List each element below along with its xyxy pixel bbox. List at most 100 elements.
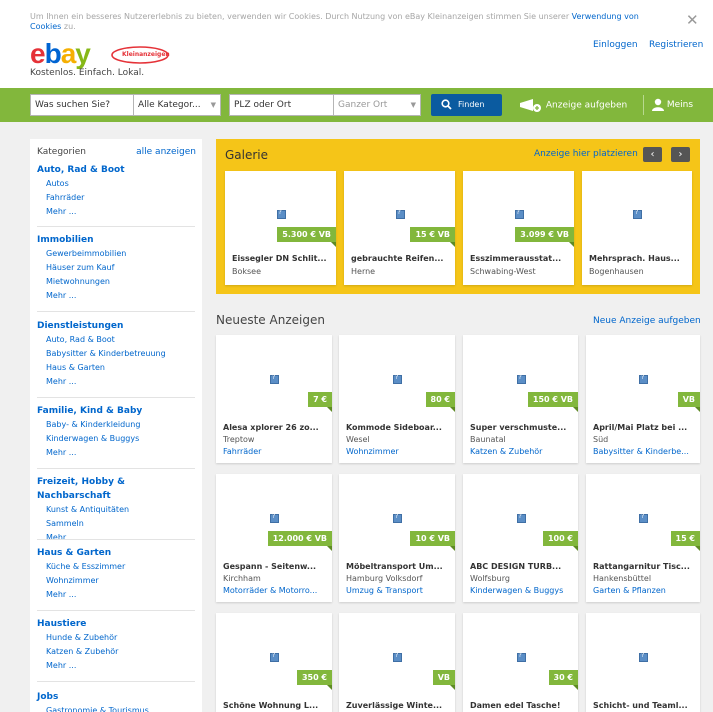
card-title: Möbeltransport Um... xyxy=(346,562,443,571)
category-item[interactable]: Katzen & Zubehör xyxy=(37,645,195,659)
post-ad-button[interactable]: Anzeige aufgeben xyxy=(519,98,627,112)
radius-value: Ganzer Ort xyxy=(338,100,388,110)
slogan: Kostenlos. Einfach. Lokal. xyxy=(30,68,145,78)
post-ad-label: Anzeige aufgeben xyxy=(545,100,628,111)
price-badge: VB xyxy=(432,670,455,690)
latest-ads-title: Neueste Anzeigen xyxy=(216,313,325,327)
category-item[interactable]: Wohnzimmer xyxy=(37,574,195,588)
category-sidebar: Kategorien alle anzeigen Auto, Rad & Boo… xyxy=(30,139,202,712)
new-ad-link[interactable]: Neue Anzeige aufgeben xyxy=(593,316,701,326)
card-location: Schwabing-West xyxy=(470,267,536,276)
gallery-card[interactable]: 5.300 € VB Eissegler DN Schlit... Boksee xyxy=(225,171,336,285)
price-badge: 150 € VB xyxy=(527,392,578,412)
category-item[interactable]: Mietwohnungen xyxy=(37,275,195,289)
ad-card[interactable]: 350 € Schöne Wohnung L... xyxy=(216,613,332,712)
category-title[interactable]: Familie, Kind & Baby xyxy=(37,404,195,418)
login-link[interactable]: Einloggen xyxy=(593,40,638,50)
image-placeholder-icon xyxy=(270,513,279,523)
chevron-left-icon[interactable]: ‹ xyxy=(643,147,662,162)
category-item[interactable]: Babysitter & Kinderbetreuung xyxy=(37,347,195,361)
card-category-link[interactable]: Motorräder & Motorro... xyxy=(223,586,327,595)
ad-card[interactable]: 30 € Damen edel Tasche! xyxy=(463,613,578,712)
category-item[interactable]: Sammeln xyxy=(37,517,195,531)
category-item[interactable]: Mehr ... xyxy=(37,289,195,303)
card-category-link[interactable]: Kinderwagen & Buggys xyxy=(470,586,573,595)
card-category-link[interactable]: Umzug & Transport xyxy=(346,586,450,595)
radius-select[interactable]: Ganzer Ort ▼ xyxy=(333,94,421,116)
card-location: Hankensbüttel xyxy=(593,574,652,583)
price-badge: 350 € xyxy=(296,670,332,690)
card-category-link[interactable]: Garten & Pflanzen xyxy=(593,586,695,595)
megaphone-icon xyxy=(520,99,541,112)
category-item[interactable]: Mehr ... xyxy=(37,375,195,389)
card-title: Esszimmerausstat... xyxy=(470,254,562,263)
category-item[interactable]: Gewerbeimmobilien xyxy=(37,247,195,261)
ad-card[interactable]: VB April/Mai Platz bei ... Süd Babysitte… xyxy=(586,335,700,463)
category-group: Haustiere Hunde & Zubehör Katzen & Zubeh… xyxy=(37,617,195,673)
price-badge: 5.300 € VB xyxy=(277,227,336,247)
ad-card[interactable]: 7 € Alesa xplorer 26 zo... Treptow Fahrr… xyxy=(216,335,332,463)
category-item[interactable]: Haus & Garten xyxy=(37,361,195,375)
category-item[interactable]: Mehr ... xyxy=(37,205,195,219)
image-placeholder-icon xyxy=(276,209,286,219)
category-title[interactable]: Immobilien xyxy=(37,233,195,247)
category-item[interactable]: Kunst & Antiquitäten xyxy=(37,503,195,517)
card-category-link[interactable]: Wohnzimmer xyxy=(346,447,450,456)
image-placeholder-icon xyxy=(395,209,405,219)
show-all-link[interactable]: alle anzeigen xyxy=(136,147,196,157)
category-item[interactable]: Mehr ... xyxy=(37,446,195,460)
header-divider xyxy=(643,95,644,115)
image-placeholder-icon xyxy=(639,513,648,523)
category-item[interactable]: Küche & Esszimmer xyxy=(37,560,195,574)
category-title[interactable]: Haustiere xyxy=(37,617,195,631)
ad-card[interactable]: 100 € ABC DESIGN TURB... Wolfsburg Kinde… xyxy=(463,474,578,602)
ad-card[interactable]: VB Zuverlässige Winte... xyxy=(339,613,455,712)
gallery-card[interactable]: Mehrsprach. Haus... Bogenhausen xyxy=(582,171,692,285)
ebay-kleinanzeigen-logo[interactable]: ebay Kleinanzeigen xyxy=(30,38,170,69)
category-item[interactable]: Baby- & Kinderkleidung xyxy=(37,418,195,432)
ad-card[interactable]: 10 € VB Möbeltransport Um... Hamburg Vol… xyxy=(339,474,455,602)
chevron-right-icon[interactable]: › xyxy=(671,147,690,162)
category-title[interactable]: Dienstleistungen xyxy=(37,319,195,333)
gallery-place-ad-link[interactable]: Anzeige hier platzieren xyxy=(534,149,638,159)
gallery-card[interactable]: 3.099 € VB Esszimmerausstat... Schwabing… xyxy=(463,171,574,285)
meins-label: Meins xyxy=(666,100,694,110)
card-location: Boksee xyxy=(232,267,262,276)
category-item[interactable]: Fahrräder xyxy=(37,191,195,205)
find-button[interactable]: Finden xyxy=(431,94,502,116)
category-value: Alle Kategor... xyxy=(138,100,201,110)
ad-card[interactable]: 150 € VB Super verschmuste... Baunatal K… xyxy=(463,335,578,463)
category-item[interactable]: Hunde & Zubehör xyxy=(37,631,195,645)
category-select[interactable]: Alle Kategor... ▼ xyxy=(133,94,221,116)
category-title[interactable]: Auto, Rad & Boot xyxy=(37,163,195,177)
category-title[interactable]: Freizeit, Hobby & Nachbarschaft xyxy=(37,475,195,503)
ad-card[interactable]: 12.000 € VB Gespann - Seitenw... Kirchha… xyxy=(216,474,332,602)
category-item[interactable]: Häuser zum Kauf xyxy=(37,261,195,275)
cookie-text: Um Ihnen ein besseres Nutzererlebnis zu … xyxy=(30,12,670,32)
divider xyxy=(37,468,195,469)
category-item[interactable]: Mehr ... xyxy=(37,531,195,545)
category-group: Auto, Rad & Boot Autos Fahrräder Mehr ..… xyxy=(37,163,195,219)
card-category-link[interactable]: Fahrräder xyxy=(223,447,327,456)
meins-button[interactable]: Meins xyxy=(652,98,693,112)
ad-card[interactable]: 15 € Rattangarnitur Tisc... Hankensbütte… xyxy=(586,474,700,602)
category-item[interactable]: Mehr ... xyxy=(37,659,195,673)
category-item[interactable]: Kinderwagen & Buggys xyxy=(37,432,195,446)
category-item[interactable]: Autos xyxy=(37,177,195,191)
location-input[interactable]: PLZ oder Ort xyxy=(229,94,334,116)
register-link[interactable]: Registrieren xyxy=(649,40,703,50)
card-category-link[interactable]: Babysitter & Kinderbe... xyxy=(593,447,695,456)
gallery-card[interactable]: 15 € VB gebrauchte Reifen... Herne xyxy=(344,171,455,285)
category-item[interactable]: Mehr ... xyxy=(37,588,195,602)
search-input[interactable]: Was suchen Sie? xyxy=(30,94,134,116)
category-item[interactable]: Auto, Rad & Boot xyxy=(37,333,195,347)
category-title[interactable]: Haus & Garten xyxy=(37,546,195,560)
card-category-link[interactable]: Katzen & Zubehör xyxy=(470,447,573,456)
close-icon[interactable]: ✕ xyxy=(686,13,699,28)
price-badge: 3.099 € VB xyxy=(515,227,574,247)
image-placeholder-icon xyxy=(270,374,279,384)
ad-card[interactable]: Schicht- und Teaml... xyxy=(586,613,700,712)
ad-card[interactable]: 80 € Kommode Sideboar... Wesel Wohnzimme… xyxy=(339,335,455,463)
category-title[interactable]: Jobs xyxy=(37,690,195,704)
category-item[interactable]: Gastronomie & Tourismus xyxy=(37,704,195,712)
